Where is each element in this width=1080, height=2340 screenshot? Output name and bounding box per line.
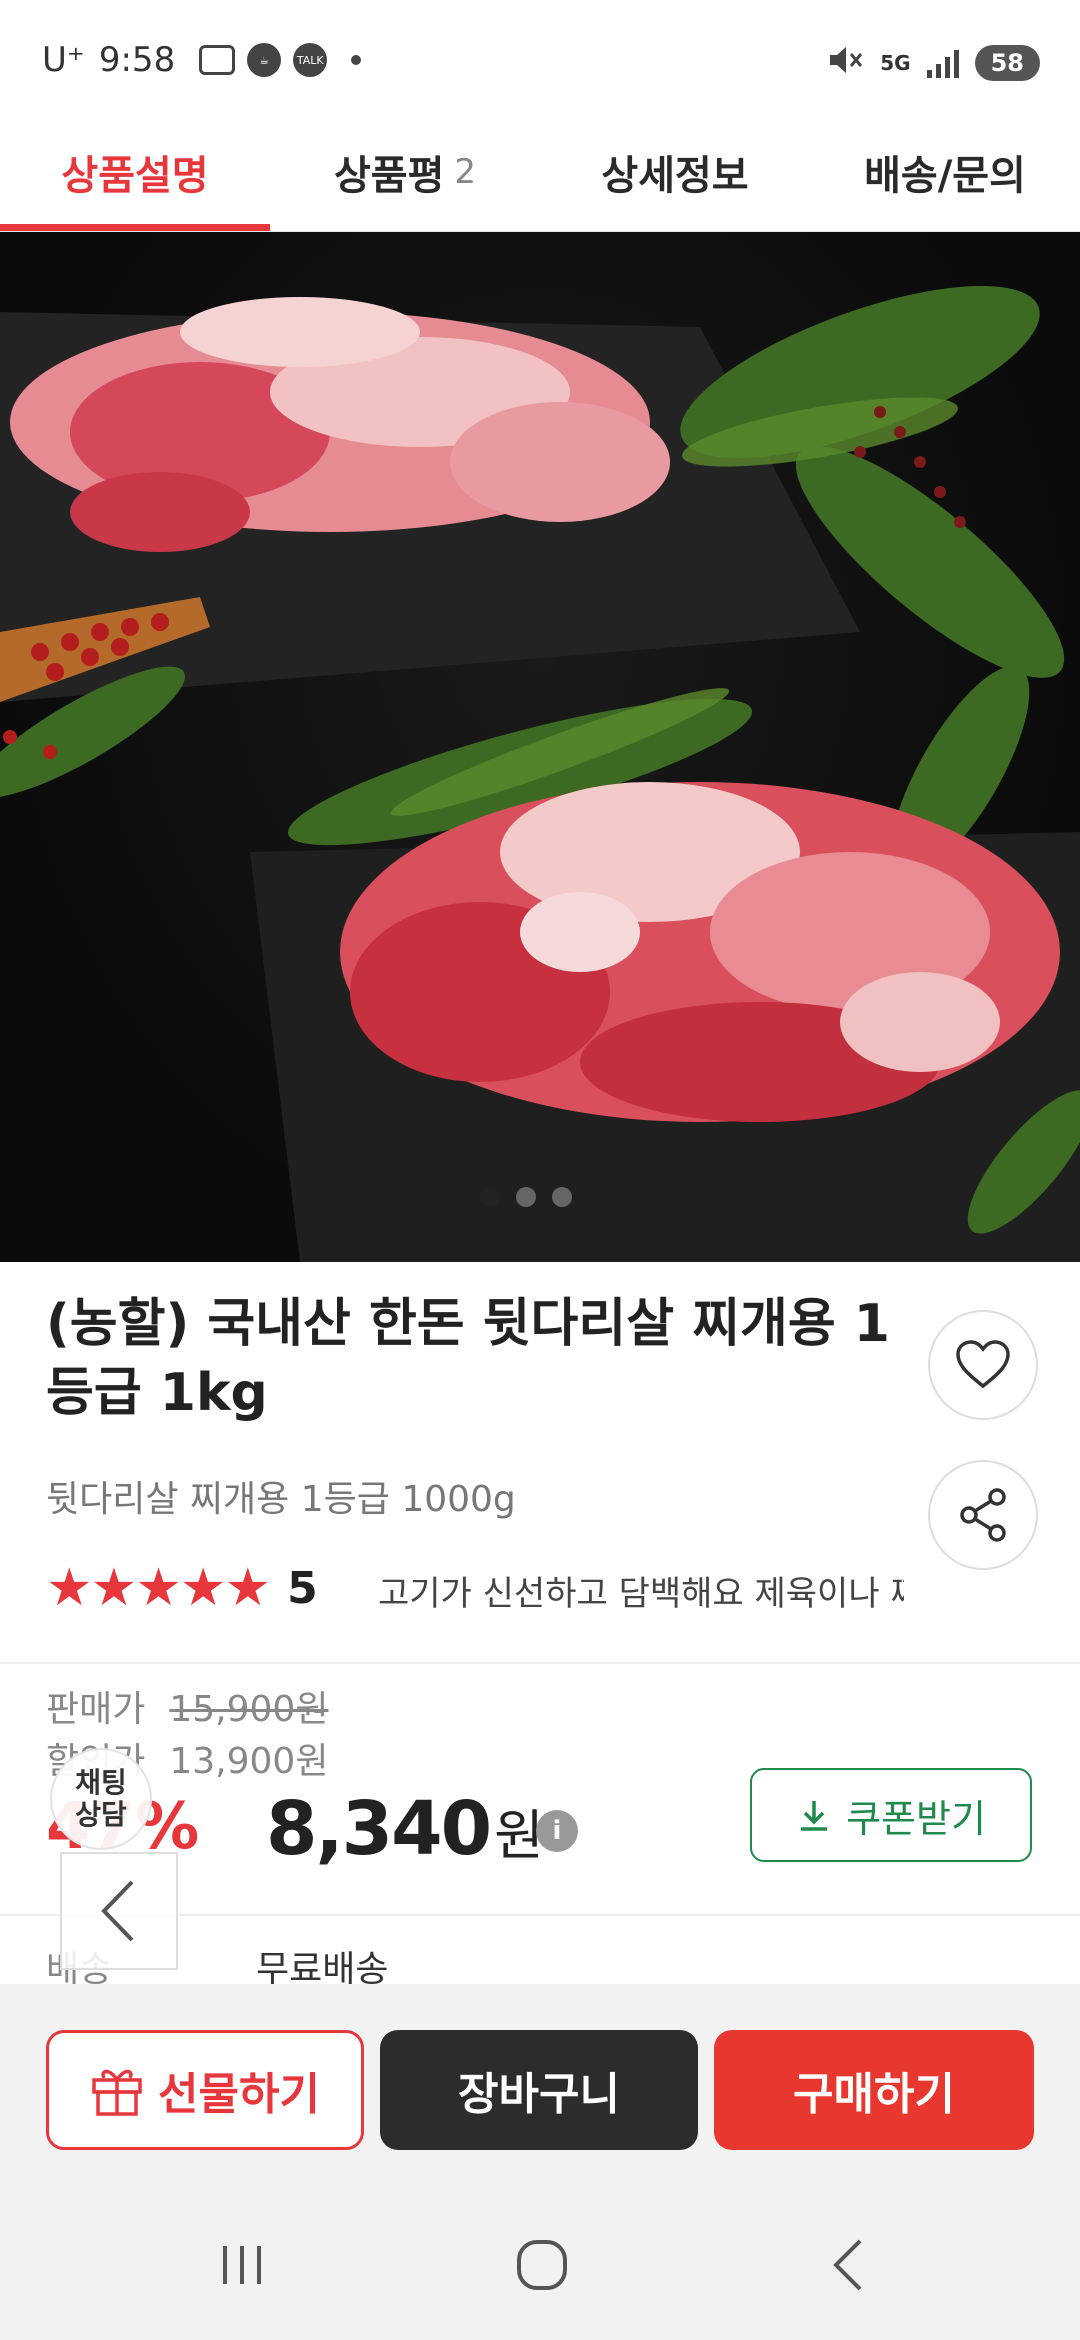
carousel-indicator: [480, 1187, 572, 1207]
kakaotalk-icon: TALK: [293, 43, 328, 77]
home-icon: [517, 2240, 567, 2290]
list-price-label: 판매가: [46, 1689, 146, 1730]
product-subtitle: 뒷다리살 찌개용 1등급 1000g: [46, 1479, 516, 1520]
clock: 9:58: [98, 40, 176, 80]
battery-indicator: 58: [974, 45, 1040, 81]
list-price-value: 15,900원: [169, 1689, 329, 1730]
add-to-cart-button[interactable]: 장바구니: [380, 2030, 698, 2150]
back-button[interactable]: [808, 2228, 888, 2302]
rating-score: 5: [287, 1562, 318, 1614]
cart-label: 장바구니: [458, 2069, 620, 2120]
sale-price-value: 13,900원: [169, 1741, 329, 1782]
tab-label: 상품설명: [61, 152, 209, 199]
carrier-label: U⁺: [42, 40, 85, 80]
coupon-button[interactable]: 쿠폰받기: [750, 1768, 1032, 1862]
share-button[interactable]: [928, 1460, 1038, 1570]
system-nav-bar: [0, 2190, 1080, 2340]
notification-dot-icon: [351, 55, 362, 65]
review-preview[interactable]: 고기가 신선하고 담백해요 제육이나 찌개: [378, 1566, 904, 1615]
network-label: 5G: [880, 51, 911, 75]
wishlist-button[interactable]: [928, 1310, 1038, 1420]
recent-apps-button[interactable]: [202, 2228, 282, 2302]
chat-consult-label: 채팅 상담: [75, 1765, 127, 1831]
product-title: (농할) 국내산 한돈 뒷다리살 찌개용 1등급 1kg: [46, 1294, 890, 1424]
product-image-carousel[interactable]: [0, 232, 1080, 1262]
carousel-dot[interactable]: [552, 1187, 572, 1207]
heart-icon: [956, 1340, 1010, 1389]
review-count: 2: [454, 151, 477, 192]
final-price-value: 8,340: [266, 1786, 492, 1872]
tab-shipping-inquiry[interactable]: 배송/문의: [810, 112, 1080, 231]
coffee-icon: ☕: [247, 43, 282, 77]
floating-back-button[interactable]: [60, 1852, 178, 1970]
rating-summary[interactable]: ★★★★★ 5: [46, 1558, 318, 1618]
tab-label: 상품평: [333, 152, 445, 199]
section-divider: [0, 1662, 1080, 1664]
tab-details[interactable]: 상세정보: [540, 112, 810, 231]
gift-button[interactable]: 선물하기: [46, 2030, 364, 2150]
signal-icon: [926, 48, 959, 78]
tab-description[interactable]: 상품설명: [0, 112, 270, 231]
tab-label: 배송/문의: [864, 152, 1026, 199]
status-right: 5G 58: [828, 44, 1040, 82]
home-button[interactable]: [502, 2228, 582, 2302]
coupon-label: 쿠폰받기: [846, 1796, 986, 1841]
list-price-row: 판매가 15,900원: [46, 1680, 328, 1732]
carousel-dot[interactable]: [516, 1187, 536, 1207]
status-bar: U⁺ 9:58 ☕ TALK 5G 58: [0, 0, 1080, 112]
back-icon: [833, 2239, 862, 2291]
rating-stars: ★★★★★: [46, 1558, 271, 1618]
download-icon: [801, 1801, 828, 1831]
price-info-icon[interactable]: i: [536, 1810, 578, 1852]
carousel-dot[interactable]: [480, 1187, 500, 1207]
screenshot-icon: [199, 45, 236, 75]
buy-now-button[interactable]: 구매하기: [714, 2030, 1034, 2150]
chat-consult-button[interactable]: 채팅 상담: [50, 1748, 152, 1850]
chevron-left-icon: [101, 1880, 134, 1942]
tab-reviews[interactable]: 상품평 2: [270, 112, 540, 231]
gift-icon: [92, 2069, 142, 2116]
product-tabs: 상품설명 상품평 2 상세정보 배송/문의: [0, 112, 1080, 232]
tab-label: 상세정보: [601, 152, 749, 199]
buy-label: 구매하기: [793, 2069, 955, 2120]
purchase-action-bar: 선물하기 장바구니 구매하기: [0, 1984, 1080, 2190]
final-price: 8,340원: [266, 1786, 544, 1872]
final-price-unit: 원: [494, 1804, 544, 1867]
share-icon: [960, 1488, 1006, 1542]
recent-apps-icon: [223, 2246, 261, 2284]
gift-label: 선물하기: [158, 2069, 320, 2120]
status-left: U⁺ 9:58 ☕ TALK: [42, 40, 362, 80]
product-photo: [0, 285, 1080, 1262]
mute-icon: [828, 44, 864, 82]
